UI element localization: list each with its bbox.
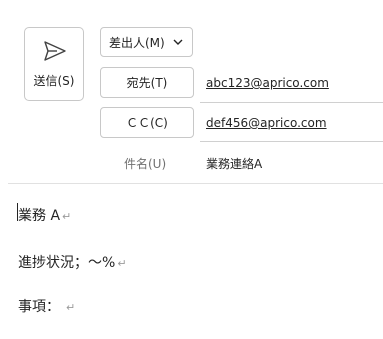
cc-field-underline <box>200 141 383 142</box>
body-line-text: 業務 A <box>18 208 61 224</box>
body-line: 業務 A ↵ <box>18 205 71 225</box>
cc-recipient[interactable]: def456@aprico.com <box>206 116 327 130</box>
from-button[interactable]: 差出人(M) <box>100 27 193 57</box>
body-line-text: 進捗状況；～% <box>18 255 116 271</box>
subject-field[interactable]: 業務連絡A <box>206 155 262 172</box>
body-line-text: 事項： <box>18 299 60 315</box>
paragraph-mark-icon: ↵ <box>117 257 127 270</box>
chevron-down-icon <box>173 39 183 45</box>
body-line: 事項： ↵ <box>18 296 75 316</box>
to-field-underline <box>200 102 383 103</box>
body-line: 進捗状況；～% ↵ <box>18 252 127 272</box>
paragraph-mark-icon: ↵ <box>62 210 72 223</box>
send-button[interactable]: 送信(S) <box>24 27 84 101</box>
paragraph-mark-icon: ↵ <box>66 301 76 314</box>
from-label: 差出人(M) <box>109 35 165 50</box>
send-label: 送信(S) <box>33 74 75 88</box>
header-divider <box>8 183 383 184</box>
message-body[interactable]: 業務 A ↵ 進捗状況；～% ↵ 事項： ↵ <box>0 185 383 339</box>
subject-label: 件名(U) <box>124 157 167 171</box>
cc-button[interactable]: ＣＣ(C) <box>100 107 194 138</box>
to-button[interactable]: 宛先(T) <box>100 67 194 98</box>
compose-header: 送信(S) 差出人(M) 宛先(T) abc123@aprico.com ＣＣ(… <box>0 0 383 184</box>
text-cursor <box>17 203 18 221</box>
to-label: 宛先(T) <box>126 76 168 90</box>
send-icon <box>44 41 66 61</box>
to-recipient[interactable]: abc123@aprico.com <box>206 76 329 90</box>
cc-label: ＣＣ(C) <box>126 116 168 130</box>
